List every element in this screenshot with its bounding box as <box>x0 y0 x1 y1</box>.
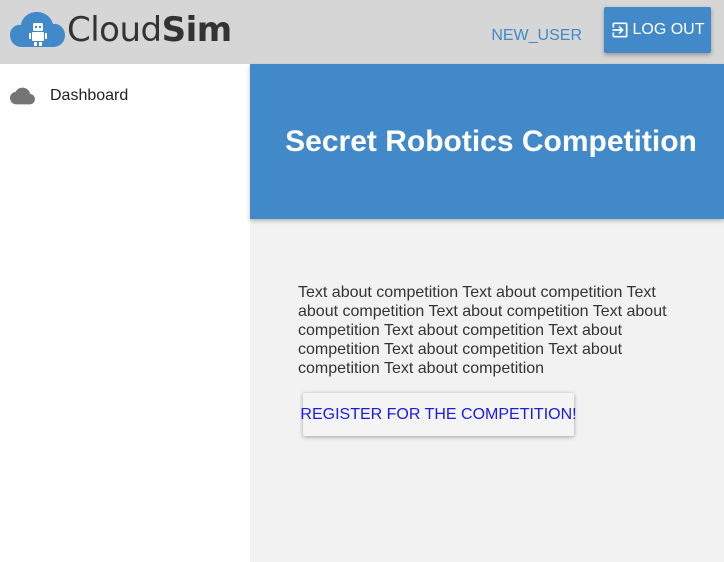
exit-to-app-icon <box>612 22 628 38</box>
logo-text-bold: Sim <box>161 10 233 50</box>
page-title: Secret Robotics Competition <box>285 125 697 158</box>
register-button[interactable]: REGISTER FOR THE COMPETITION! <box>300 393 577 436</box>
competition-description: Text about competition Text about compet… <box>298 284 667 377</box>
sidebar: Dashboard <box>0 64 250 562</box>
cloud-icon <box>10 87 35 105</box>
competition-header: Secret Robotics Competition <box>250 64 724 219</box>
sidebar-item-dashboard[interactable]: Dashboard <box>0 80 250 112</box>
logo-text-regular: Cloud <box>67 10 162 50</box>
cloud-robot-icon <box>10 12 65 47</box>
username-link[interactable]: NEW_USER <box>491 26 582 46</box>
main-content: Secret Robotics Competition Text about c… <box>250 64 724 562</box>
logout-button[interactable]: LOG OUT <box>604 7 711 53</box>
sidebar-item-label: Dashboard <box>50 87 129 104</box>
cloudsim-logo[interactable]: CloudSim <box>10 8 232 52</box>
logo-wordmark: CloudSim <box>67 8 232 52</box>
logout-label: LOG OUT <box>632 21 705 38</box>
top-app-bar: CloudSim NEW_USER LOG OUT <box>0 0 724 64</box>
